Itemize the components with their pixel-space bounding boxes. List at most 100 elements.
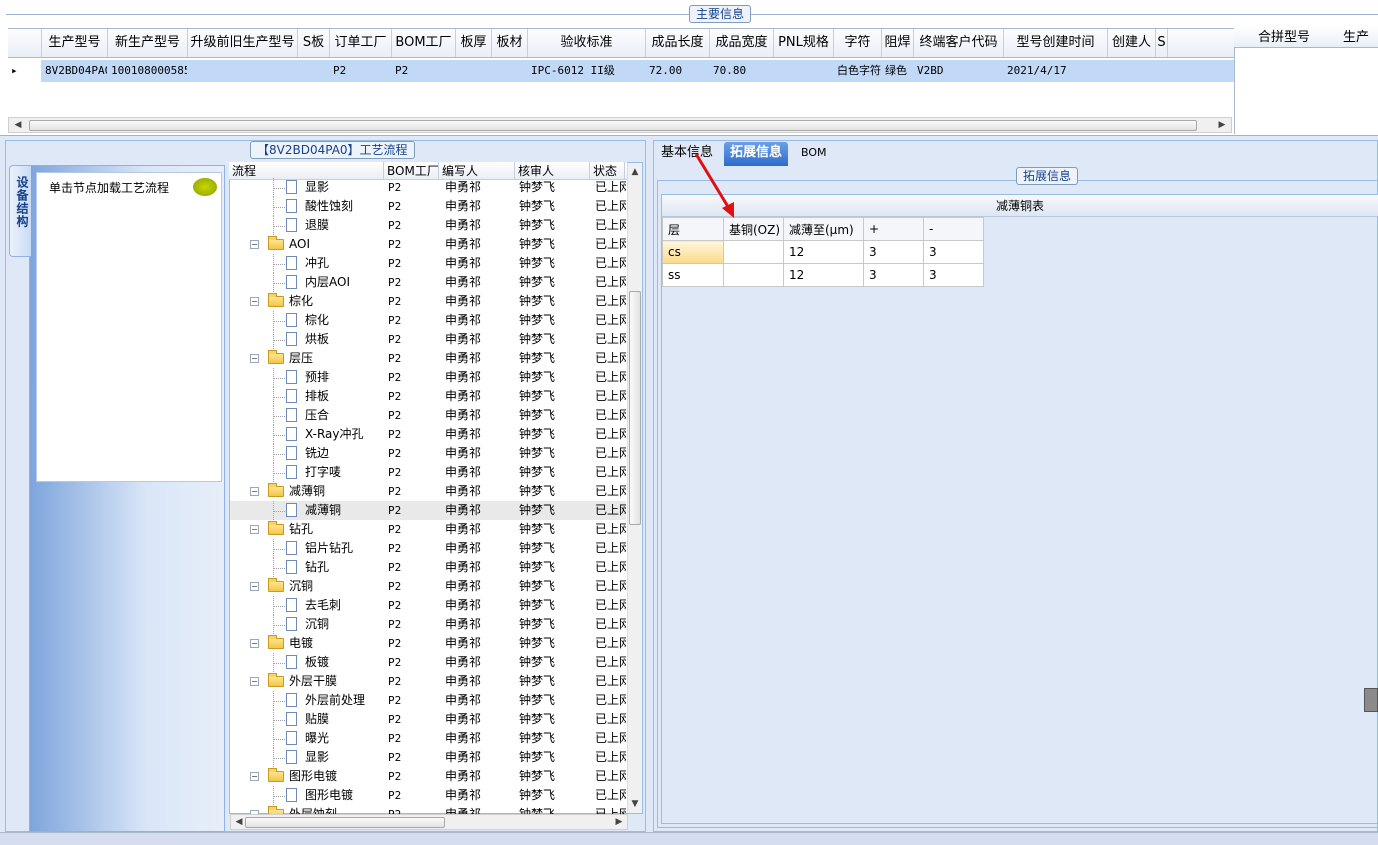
tree-node[interactable]: − 沉铜 xyxy=(230,577,385,596)
tree-node[interactable]: − 外层干膜 xyxy=(230,672,385,691)
collapse-icon[interactable]: − xyxy=(250,639,259,648)
tab-bom[interactable]: BOM xyxy=(795,142,833,166)
tree-row[interactable]: − AOI P2 申勇祁 钟梦飞 已上网 xyxy=(230,235,626,254)
collapse-icon[interactable]: − xyxy=(250,354,259,363)
tree-row[interactable]: 贴膜 P2 申勇祁 钟梦飞 已上网 xyxy=(230,710,626,729)
tree-row[interactable]: − 沉铜 P2 申勇祁 钟梦飞 已上网 xyxy=(230,577,626,596)
col-header[interactable]: 阻焊 xyxy=(882,29,914,57)
tree-node[interactable]: 外层前处理 xyxy=(230,691,385,710)
tree-node[interactable]: − 层压 xyxy=(230,349,385,368)
grid-cell[interactable] xyxy=(456,60,492,82)
tree-row[interactable]: 显影 P2 申勇祁 钟梦飞 已上网 xyxy=(230,178,626,197)
tree-node[interactable]: 铣边 xyxy=(230,444,385,463)
col-bom-factory[interactable]: BOM工厂 xyxy=(384,162,439,179)
grid-cell[interactable] xyxy=(1156,60,1168,82)
tree-row[interactable]: 铣边 P2 申勇祁 钟梦飞 已上网 xyxy=(230,444,626,463)
equipment-tree-area[interactable]: 单击节点加载工艺流程 xyxy=(36,172,222,482)
tree-row[interactable]: 沉铜 P2 申勇祁 钟梦飞 已上网 xyxy=(230,615,626,634)
tree-node[interactable]: 酸性蚀刻 xyxy=(230,197,385,216)
table-row[interactable]: cs 12 3 3 xyxy=(662,240,984,264)
col-header[interactable]: 板材 xyxy=(492,29,528,57)
cell-plus[interactable]: 3 xyxy=(863,240,924,264)
tree-row[interactable]: 铝片钻孔 P2 申勇祁 钟梦飞 已上网 xyxy=(230,539,626,558)
equipment-structure-tab[interactable]: 设备结构 xyxy=(9,165,31,257)
grid-cell[interactable]: 2021/4/17 xyxy=(1004,60,1108,82)
tree-row[interactable]: 去毛刺 P2 申勇祁 钟梦飞 已上网 xyxy=(230,596,626,615)
tree-row[interactable]: 预排 P2 申勇祁 钟梦飞 已上网 xyxy=(230,368,626,387)
tree-node[interactable]: 图形电镀 xyxy=(230,786,385,805)
tree-row[interactable]: − 钻孔 P2 申勇祁 钟梦飞 已上网 xyxy=(230,520,626,539)
cell-minus[interactable]: 3 xyxy=(923,240,984,264)
scroll-left-icon[interactable]: ◀ xyxy=(232,815,246,829)
tree-row[interactable]: 钻孔 P2 申勇祁 钟梦飞 已上网 xyxy=(230,558,626,577)
cell-thin-to[interactable]: 12 xyxy=(783,263,864,287)
collapse-icon[interactable]: − xyxy=(250,240,259,249)
cell-layer[interactable]: ss xyxy=(662,263,724,287)
tree-row[interactable]: − 电镀 P2 申勇祁 钟梦飞 已上网 xyxy=(230,634,626,653)
col-process[interactable]: 流程 xyxy=(229,162,384,179)
table-row[interactable]: ss 12 3 3 xyxy=(662,263,984,287)
tree-row[interactable]: 板镀 P2 申勇祁 钟梦飞 已上网 xyxy=(230,653,626,672)
row-header-icon[interactable]: ▸ xyxy=(8,60,42,82)
scroll-down-icon[interactable]: ▼ xyxy=(628,797,642,811)
col-header[interactable]: 字符 xyxy=(834,29,882,57)
model-grid-hscrollbar[interactable]: ◀ ▶ xyxy=(8,117,1232,133)
process-tree-hscrollbar[interactable]: ◀ ▶ xyxy=(230,814,628,830)
tree-row[interactable]: − 图形电镀 P2 申勇祁 钟梦飞 已上网 xyxy=(230,767,626,786)
tree-node[interactable]: 铝片钻孔 xyxy=(230,539,385,558)
grid-cell[interactable]: 72.00 xyxy=(646,60,710,82)
tree-row[interactable]: − 棕化 P2 申勇祁 钟梦飞 已上网 xyxy=(230,292,626,311)
collapse-icon[interactable]: − xyxy=(250,525,259,534)
tree-row[interactable]: − 外层干膜 P2 申勇祁 钟梦飞 已上网 xyxy=(230,672,626,691)
grid-cell[interactable]: 绿色 xyxy=(882,60,914,82)
scroll-thumb[interactable] xyxy=(245,817,445,828)
tree-node[interactable]: 打字唛 xyxy=(230,463,385,482)
col-header[interactable]: 验收标准 xyxy=(528,29,646,57)
tree-row[interactable]: 打字唛 P2 申勇祁 钟梦飞 已上网 xyxy=(230,463,626,482)
cell-plus[interactable]: 3 xyxy=(863,263,924,287)
grid-cell[interactable]: 白色字符 xyxy=(834,60,882,82)
cell-base-copper[interactable] xyxy=(723,263,784,287)
collapse-icon[interactable]: − xyxy=(250,677,259,686)
col-header[interactable]: 订单工厂 xyxy=(330,29,392,57)
tree-node[interactable]: 排板 xyxy=(230,387,385,406)
collapse-icon[interactable]: − xyxy=(250,297,259,306)
tree-node[interactable]: 退膜 xyxy=(230,216,385,235)
tree-row[interactable]: X-Ray冲孔 P2 申勇祁 钟梦飞 已上网 xyxy=(230,425,626,444)
col-header[interactable]: BOM工厂 xyxy=(392,29,456,57)
collapse-icon[interactable]: − xyxy=(250,487,259,496)
grid-cell[interactable]: 70.80 xyxy=(710,60,774,82)
collapse-icon[interactable]: − xyxy=(250,582,259,591)
tree-row[interactable]: 排板 P2 申勇祁 钟梦飞 已上网 xyxy=(230,387,626,406)
cell-layer[interactable]: cs xyxy=(662,240,724,264)
cell-thin-to[interactable]: 12 xyxy=(783,240,864,264)
tree-row[interactable]: − 减薄铜 P2 申勇祁 钟梦飞 已上网 xyxy=(230,482,626,501)
tree-node[interactable]: 内层AOI xyxy=(230,273,385,292)
grid-cell[interactable] xyxy=(774,60,834,82)
grid-cell[interactable] xyxy=(188,60,298,82)
col-header[interactable]: 生产型号 xyxy=(42,29,108,57)
grid-cell[interactable]: 10010800058555 xyxy=(108,60,188,82)
grid-cell[interactable]: P2 xyxy=(392,60,456,82)
col-header[interactable]: 新生产型号 xyxy=(108,29,188,57)
tree-node[interactable]: 预排 xyxy=(230,368,385,387)
tree-row[interactable]: 图形电镀 P2 申勇祁 钟梦飞 已上网 xyxy=(230,786,626,805)
tree-row[interactable]: − 层压 P2 申勇祁 钟梦飞 已上网 xyxy=(230,349,626,368)
col-header[interactable]: S板 xyxy=(298,29,330,57)
grid-corner[interactable] xyxy=(8,29,42,57)
col-status[interactable]: 状态 xyxy=(590,162,625,179)
col-writer[interactable]: 编写人 xyxy=(439,162,515,179)
collapse-icon[interactable]: − xyxy=(250,772,259,781)
tree-node[interactable]: 板镀 xyxy=(230,653,385,672)
tree-row[interactable]: 曝光 P2 申勇祁 钟梦飞 已上网 xyxy=(230,729,626,748)
grid-cell[interactable] xyxy=(492,60,528,82)
grid-cell[interactable]: P2 xyxy=(330,60,392,82)
process-tree-vscrollbar[interactable]: ▲ ▼ xyxy=(627,163,642,813)
tree-node[interactable]: X-Ray冲孔 xyxy=(230,425,385,444)
tree-row[interactable]: 内层AOI P2 申勇祁 钟梦飞 已上网 xyxy=(230,273,626,292)
tree-node[interactable]: 去毛刺 xyxy=(230,596,385,615)
tree-row[interactable]: 退膜 P2 申勇祁 钟梦飞 已上网 xyxy=(230,216,626,235)
col-header[interactable]: 板厚 xyxy=(456,29,492,57)
col-header[interactable]: 终端客户代码 xyxy=(914,29,1004,57)
scroll-thumb[interactable] xyxy=(629,291,641,525)
